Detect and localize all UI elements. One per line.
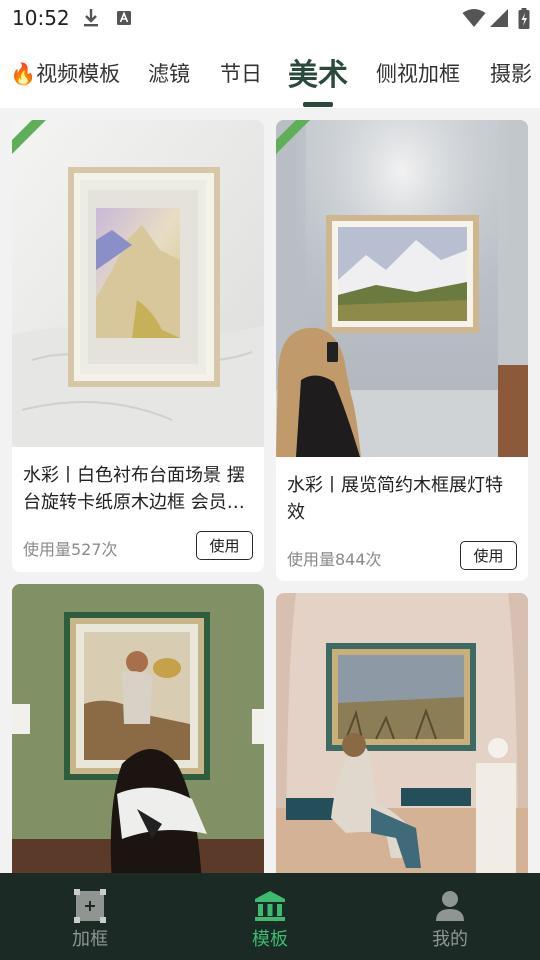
museum-icon: [255, 891, 285, 921]
nav-template[interactable]: 模板: [180, 873, 360, 960]
bottom-navigation: 加框 模板 我的: [0, 873, 540, 960]
template-card[interactable]: [12, 584, 264, 884]
tab-side-view-frame[interactable]: 侧视加框: [376, 58, 460, 88]
usage-count: 使用量527次: [23, 540, 118, 559]
template-thumbnail: [12, 120, 264, 447]
nav-frame-label: 加框: [72, 929, 108, 950]
template-thumbnail: [12, 584, 264, 884]
person-icon: [436, 891, 464, 921]
template-card[interactable]: [276, 593, 528, 884]
pinned-badge: [276, 120, 310, 154]
battery-charging-icon: [518, 8, 530, 29]
template-card[interactable]: 水彩丨展览简约木框展灯特效 使用量844次 使用: [276, 120, 528, 581]
wifi-icon: [462, 9, 486, 27]
use-button[interactable]: 使用: [196, 531, 253, 560]
template-card[interactable]: 水彩丨白色衬布台面场景 摆台旋转卡纸原木边框 会员… 使用量527次 使用: [12, 120, 264, 572]
tab-filter[interactable]: 滤镜: [148, 58, 190, 88]
pinned-badge: [12, 120, 46, 154]
status-bar: 10:52: [0, 0, 540, 36]
frame-add-icon: [74, 889, 106, 923]
tab-indicator: [303, 102, 333, 107]
template-thumbnail: [276, 593, 528, 884]
category-tabs: 🔥视频模板 滤镜 节日 美术 侧视加框 摄影: [0, 36, 540, 108]
template-title: 水彩丨白色衬布台面场景 摆台旋转卡纸原木边框 会员…: [23, 465, 245, 513]
keyboard-a-icon: [117, 11, 131, 25]
use-button[interactable]: 使用: [460, 541, 517, 570]
status-time: 10:52: [12, 6, 70, 30]
nav-mine[interactable]: 我的: [360, 873, 540, 960]
tab-photography[interactable]: 摄影: [490, 58, 532, 88]
template-thumbnail: [276, 120, 528, 457]
nav-template-label: 模板: [252, 929, 288, 950]
tab-holiday[interactable]: 节日: [220, 58, 262, 88]
download-icon: [84, 9, 98, 27]
tab-video-template[interactable]: 🔥视频模板: [10, 58, 120, 88]
tab-fine-art[interactable]: 美术: [288, 50, 348, 94]
nav-mine-label: 我的: [432, 929, 468, 950]
signal-icon: [490, 9, 508, 27]
template-title: 水彩丨展览简约木框展灯特效: [287, 475, 503, 523]
usage-count: 使用量844次: [287, 550, 382, 569]
nav-frame[interactable]: 加框: [0, 873, 180, 960]
